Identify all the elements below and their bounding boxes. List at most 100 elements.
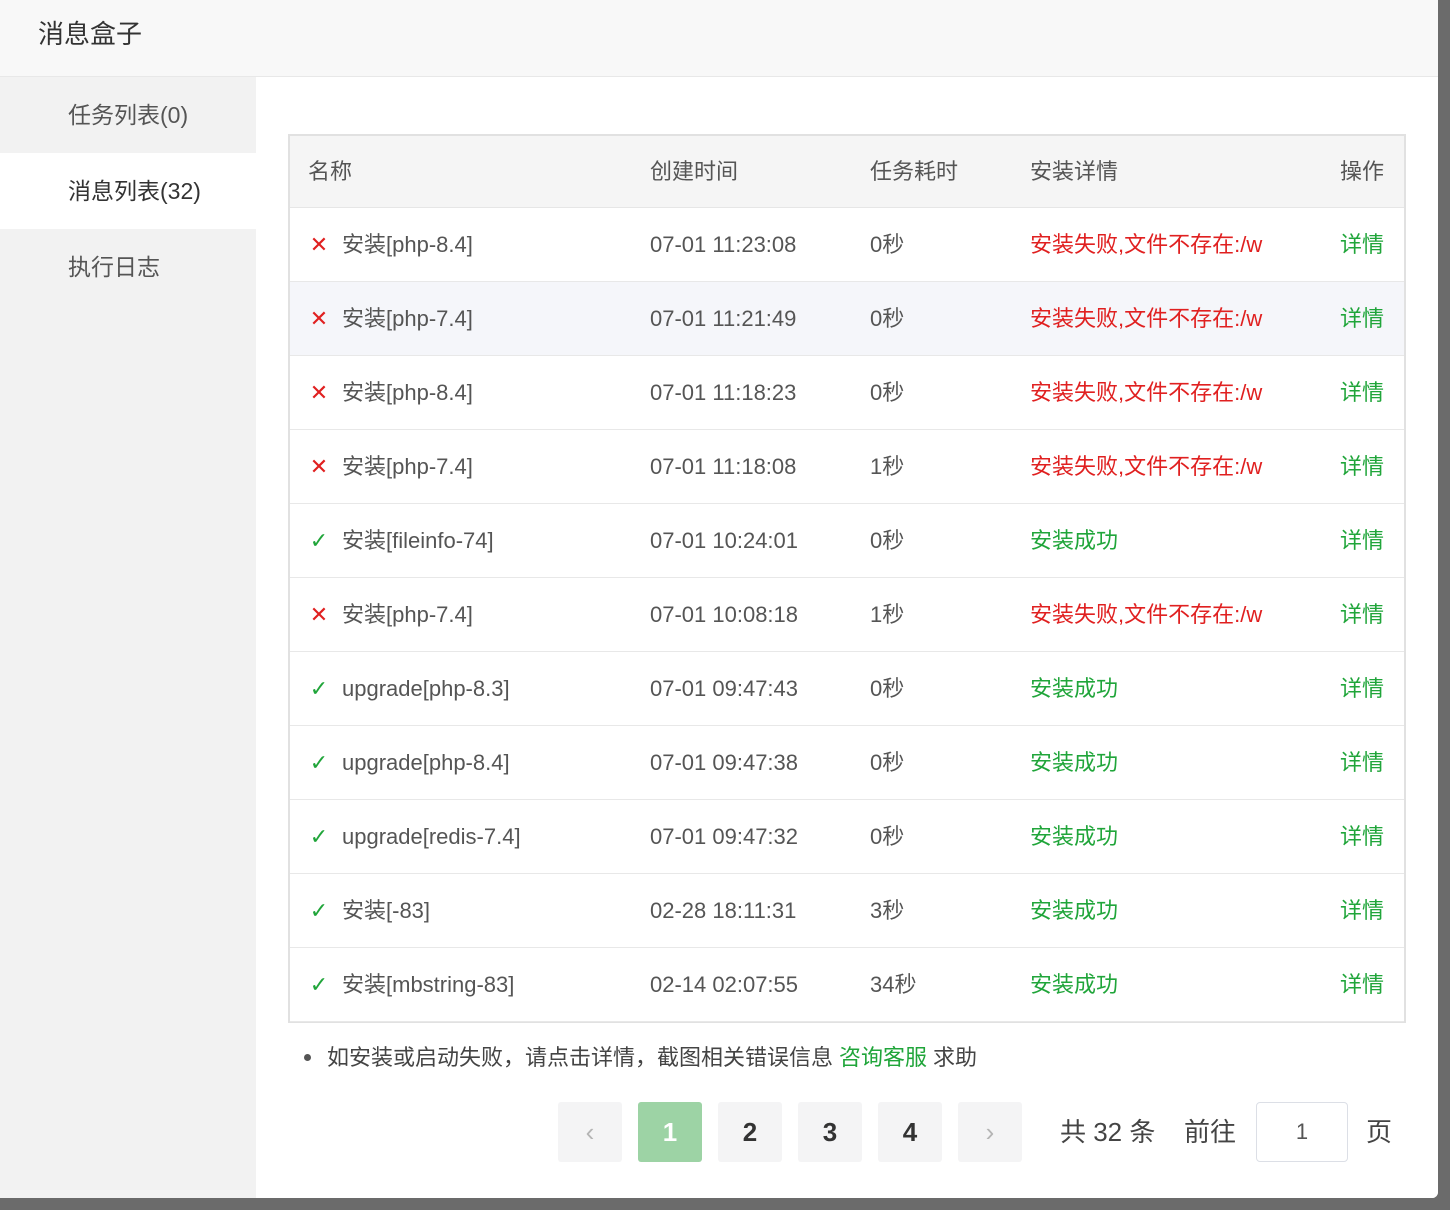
check-icon: ✓ xyxy=(309,972,329,997)
check-icon: ✓ xyxy=(309,750,329,775)
row-detail-link[interactable]: 详情 xyxy=(1340,208,1384,282)
next-page-button[interactable]: › xyxy=(958,1102,1022,1162)
table-row: ✕ 安装[php-7.4] 07-01 10:08:18 1秒 安装失败,文件不存在:/… xyxy=(290,578,1404,652)
row-name-cell: ✓ upgrade[redis-7.4] xyxy=(308,800,521,874)
row-detail: 安装成功 xyxy=(1030,750,1119,775)
message-table: 名称 创建时间 任务耗时 安装详情 操作 ✕ 安装[php-8.4] 07-01 1… xyxy=(288,134,1406,1023)
row-name: 安装[php-7.4] xyxy=(342,602,473,627)
goto-page-input[interactable] xyxy=(1256,1102,1348,1162)
page-button-4[interactable]: 4 xyxy=(878,1102,942,1162)
row-cost: 0秒 xyxy=(870,676,905,701)
dialog-title: 消息盒子 xyxy=(38,19,143,49)
table-row: ✓ 安装[mbstring-83] 02-14 02:07:55 34秒 安装成功 详情 xyxy=(290,948,1404,1022)
message-box-dialog: 消息盒子 任务列表(0) 消息列表(32) 执行日志 名称 创建时间 任务耗时 … xyxy=(0,0,1438,1198)
row-name-cell: ✕ 安装[php-8.4] xyxy=(308,356,473,430)
row-time: 02-28 18:11:31 xyxy=(650,898,797,923)
table-row: ✕ 安装[php-7.4] 07-01 11:21:49 0秒 安装失败,文件不存在:/… xyxy=(290,282,1404,356)
row-detail-link[interactable]: 详情 xyxy=(1340,356,1384,430)
row-name-cell: ✓ upgrade[php-8.3] xyxy=(308,652,510,726)
row-detail: 安装失败,文件不存在:/w xyxy=(1030,602,1263,627)
row-name-cell: ✕ 安装[php-7.4] xyxy=(308,578,473,652)
table-row: ✓ upgrade[redis-7.4] 07-01 09:47:32 0秒 安装成功 详… xyxy=(290,800,1404,874)
row-name: upgrade[php-8.4] xyxy=(342,750,510,775)
dialog-header: 消息盒子 xyxy=(0,0,1438,77)
row-name: 安装[mbstring-83] xyxy=(342,972,515,997)
row-detail-link[interactable]: 详情 xyxy=(1340,578,1384,652)
row-time: 07-01 11:21:49 xyxy=(650,306,797,331)
page-button-3[interactable]: 3 xyxy=(798,1102,862,1162)
row-time: 07-01 10:24:01 xyxy=(650,528,799,553)
bullet-dot xyxy=(304,1053,311,1061)
row-name-cell: ✓ 安装[mbstring-83] xyxy=(308,948,515,1022)
page-suffix: 页 xyxy=(1366,1117,1393,1147)
sidebar-item-exec-log[interactable]: 执行日志 xyxy=(0,229,256,305)
sidebar: 任务列表(0) 消息列表(32) 执行日志 xyxy=(0,77,256,1198)
table-row: ✕ 安装[php-8.4] 07-01 11:23:08 0秒 安装失败,文件不存在:/… xyxy=(290,208,1404,282)
row-cost: 0秒 xyxy=(870,232,905,257)
row-name: upgrade[php-8.3] xyxy=(342,676,510,701)
check-icon: ✓ xyxy=(309,898,329,923)
row-detail-link[interactable]: 详情 xyxy=(1340,948,1384,1022)
row-name-cell: ✕ 安装[php-7.4] xyxy=(308,430,473,504)
row-detail-link[interactable]: 详情 xyxy=(1340,504,1384,578)
row-cost: 0秒 xyxy=(870,528,905,553)
close-icon: ✕ xyxy=(309,454,329,479)
row-cost: 1秒 xyxy=(870,454,905,479)
close-icon: ✕ xyxy=(309,306,329,331)
row-name: 安装[php-7.4] xyxy=(342,306,473,331)
row-name: 安装[-83] xyxy=(342,898,431,923)
column-header-name: 名称 xyxy=(308,159,353,184)
table-body: ✕ 安装[php-8.4] 07-01 11:23:08 0秒 安装失败,文件不存在:/… xyxy=(290,208,1404,1022)
row-time: 07-01 11:18:23 xyxy=(650,380,797,405)
row-name: 安装[php-8.4] xyxy=(342,232,473,257)
row-detail-link[interactable]: 详情 xyxy=(1340,652,1384,726)
row-time: 02-14 02:07:55 xyxy=(650,972,799,997)
row-time: 07-01 11:18:08 xyxy=(650,454,797,479)
table-row: ✓ upgrade[php-8.3] 07-01 09:47:43 0秒 安装成功 详情 xyxy=(290,652,1404,726)
column-header-op: 操作 xyxy=(1340,159,1385,184)
check-icon: ✓ xyxy=(309,676,329,701)
row-time: 07-01 11:23:08 xyxy=(650,232,797,257)
row-time: 07-01 09:47:43 xyxy=(650,676,799,701)
row-detail: 安装成功 xyxy=(1030,824,1119,849)
close-icon: ✕ xyxy=(309,602,329,627)
row-name: 安装[fileinfo-74] xyxy=(342,528,494,553)
row-detail: 安装成功 xyxy=(1030,676,1119,701)
row-detail: 安装成功 xyxy=(1030,898,1119,923)
page-button-2[interactable]: 2 xyxy=(718,1102,782,1162)
row-name-cell: ✓ upgrade[php-8.4] xyxy=(308,726,510,800)
check-icon: ✓ xyxy=(309,824,329,849)
row-detail: 安装失败,文件不存在:/w xyxy=(1030,454,1263,479)
row-detail-link[interactable]: 详情 xyxy=(1340,726,1384,800)
row-detail: 安装成功 xyxy=(1030,528,1119,553)
close-icon: ✕ xyxy=(309,380,329,405)
row-detail-link[interactable]: 详情 xyxy=(1340,282,1384,356)
row-name-cell: ✕ 安装[php-8.4] xyxy=(308,208,473,282)
row-time: 07-01 10:08:18 xyxy=(650,602,799,627)
goto-label: 前往 xyxy=(1184,1117,1237,1147)
page-button-1[interactable]: 1 xyxy=(638,1102,702,1162)
row-detail-link[interactable]: 详情 xyxy=(1340,430,1384,504)
row-detail-link[interactable]: 详情 xyxy=(1340,800,1384,874)
row-cost: 0秒 xyxy=(870,824,905,849)
help-note-text: 如安装或启动失败，请点击详情，截图相关错误信息 xyxy=(327,1045,834,1070)
row-cost: 1秒 xyxy=(870,602,905,627)
row-cost: 0秒 xyxy=(870,306,905,331)
total-count: 共 32 条 xyxy=(1060,1117,1156,1147)
contact-support-link[interactable]: 咨询客服 xyxy=(839,1045,927,1070)
row-detail: 安装成功 xyxy=(1030,972,1119,997)
table-row: ✕ 安装[php-7.4] 07-01 11:18:08 1秒 安装失败,文件不存在:/… xyxy=(290,430,1404,504)
table-row: ✕ 安装[php-8.4] 07-01 11:18:23 0秒 安装失败,文件不存在:/… xyxy=(290,356,1404,430)
column-header-time: 创建时间 xyxy=(650,159,739,184)
prev-page-button[interactable]: ‹ xyxy=(558,1102,622,1162)
column-header-cost: 任务耗时 xyxy=(870,159,959,184)
sidebar-item-message-list[interactable]: 消息列表(32) xyxy=(0,153,256,229)
row-cost: 3秒 xyxy=(870,898,905,923)
row-detail: 安装失败,文件不存在:/w xyxy=(1030,306,1263,331)
close-icon: ✕ xyxy=(309,232,329,257)
row-time: 07-01 09:47:32 xyxy=(650,824,799,849)
row-name-cell: ✓ 安装[fileinfo-74] xyxy=(308,504,494,578)
sidebar-item-task-list[interactable]: 任务列表(0) xyxy=(0,77,256,153)
row-detail-link[interactable]: 详情 xyxy=(1340,874,1384,948)
table-header: 名称 创建时间 任务耗时 安装详情 操作 xyxy=(290,136,1404,208)
